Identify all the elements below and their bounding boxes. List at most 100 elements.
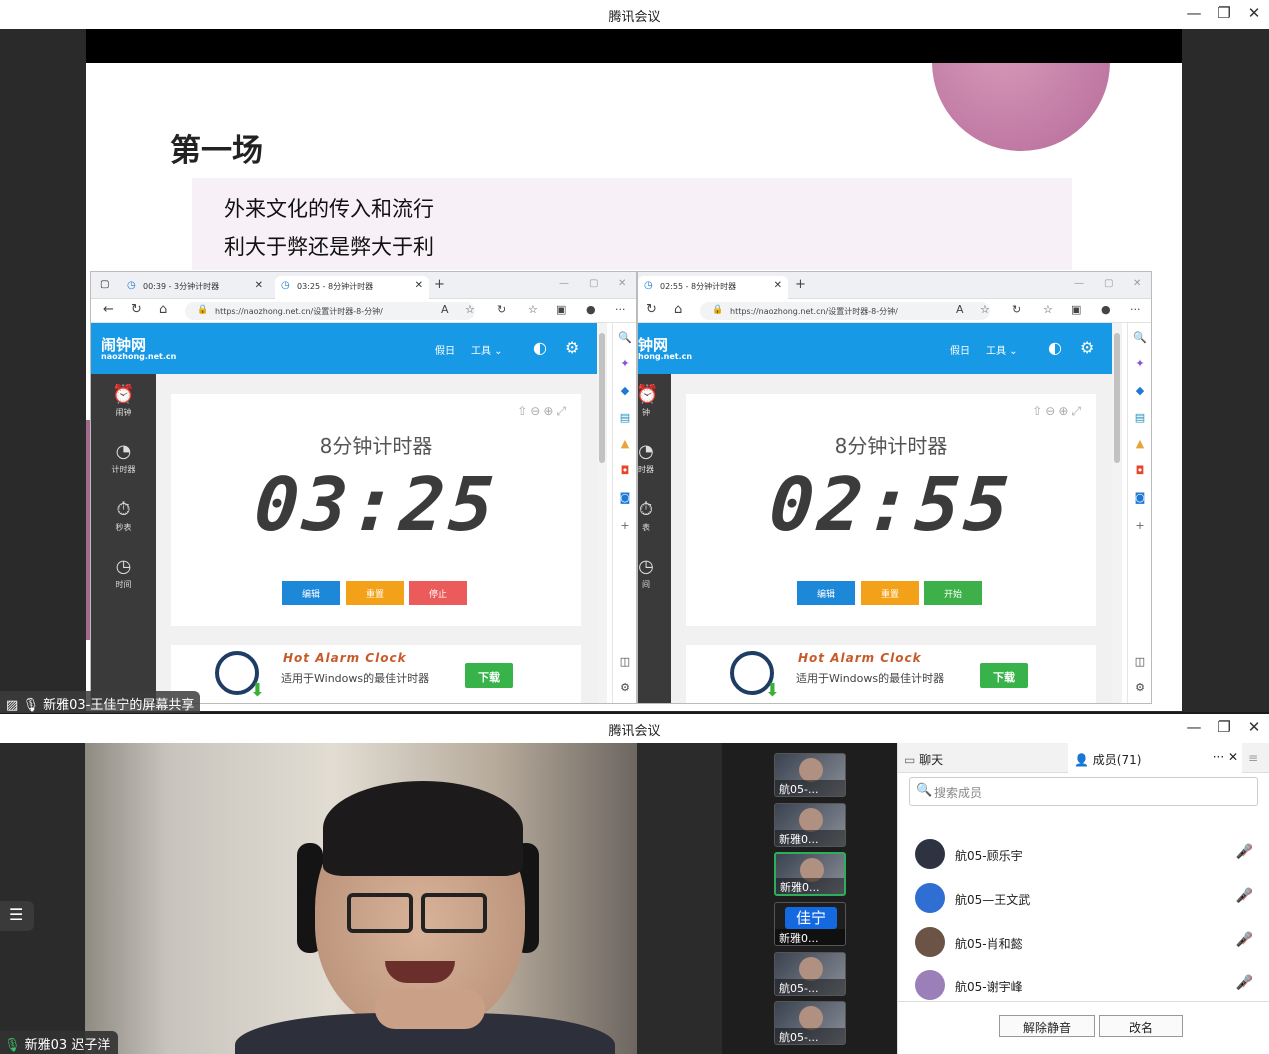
settings-gear-icon[interactable]: ⚙ xyxy=(565,338,579,357)
new-tab-icon[interactable]: + xyxy=(434,277,445,292)
side-nav-stopwatch[interactable]: ⏱ 秒表 xyxy=(91,499,156,533)
read-aloud-icon[interactable]: A xyxy=(441,303,449,316)
tab-close-icon[interactable]: ✕ xyxy=(774,280,782,291)
close-button[interactable]: ✕ xyxy=(1243,718,1265,736)
sidebar-settings-icon[interactable]: ⚙ xyxy=(1128,681,1151,694)
browser-minimize-icon[interactable]: — xyxy=(1074,278,1084,289)
participant-thumbnail[interactable]: 佳宁 新雅0... xyxy=(774,902,846,946)
edit-button[interactable]: 编辑 xyxy=(282,581,340,605)
browser-tab-active[interactable]: ◷ 03:25 - 8分钟计时器 ✕ xyxy=(275,276,429,299)
download-button[interactable]: 下载 xyxy=(465,663,513,688)
browser-tab[interactable]: ◷ 00:39 - 3分钟计时器 ✕ xyxy=(121,276,269,299)
more-icon[interactable]: ··· xyxy=(615,303,626,316)
url-field[interactable]: 🔒 https://naozhong.net.cn/设置计时器-8-分钟/ xyxy=(700,302,990,320)
scroll-thumb[interactable] xyxy=(1114,333,1120,463)
participant-thumbnail-active[interactable]: 新雅0... xyxy=(774,852,846,896)
side-nav-clock[interactable]: ◷ 时间 xyxy=(91,556,156,590)
panel-menu-icon[interactable]: ≡ xyxy=(1248,743,1269,773)
back-icon[interactable]: ← xyxy=(103,302,114,317)
unmute-button[interactable]: 解除静音 xyxy=(999,1015,1095,1037)
profile-icon[interactable]: ● xyxy=(1101,303,1111,316)
refresh-icon[interactable]: ↻ xyxy=(646,302,657,317)
tools-icon[interactable]: ▤ xyxy=(1128,411,1151,424)
list-toggle-icon[interactable]: ☰ xyxy=(0,901,34,931)
games-icon[interactable]: ▲ xyxy=(613,437,636,450)
participant-thumbnail[interactable]: 航05-... xyxy=(774,753,846,797)
minimize-button[interactable]: — xyxy=(1183,718,1205,736)
tab-chat[interactable]: ▭ 聊天 xyxy=(898,743,1068,773)
office-icon[interactable]: ◘ xyxy=(613,464,636,477)
participant-thumbnail[interactable]: 新雅0... xyxy=(774,803,846,847)
nav-tools[interactable]: 工具 ⌄ xyxy=(986,342,1018,357)
mic-muted-icon[interactable]: 🎤̸ xyxy=(1236,975,1253,991)
read-aloud-icon[interactable]: A xyxy=(956,303,964,316)
tab-actions-icon[interactable]: ▢ xyxy=(100,279,109,290)
add-sidebar-icon[interactable]: + xyxy=(613,519,636,532)
search-icon[interactable]: 🔍 xyxy=(1128,331,1151,344)
theme-toggle-icon[interactable]: ◐ xyxy=(533,338,547,357)
member-row[interactable]: 航05-谢宇峰 🎤̸ xyxy=(898,966,1269,1000)
minimize-button[interactable]: — xyxy=(1183,4,1205,22)
side-nav-timer[interactable]: ◔ 时器 xyxy=(638,441,656,475)
mic-muted-icon[interactable]: 🎤̸ xyxy=(1236,932,1253,948)
nav-holiday[interactable]: 假日 xyxy=(435,342,455,357)
collections-icon[interactable]: ▣ xyxy=(556,303,566,316)
shopping-tag-icon[interactable]: ◆ xyxy=(1128,384,1151,397)
split-screen-icon[interactable]: ◫ xyxy=(613,655,636,668)
browser-close-icon[interactable]: ✕ xyxy=(618,278,626,289)
start-button[interactable]: 开始 xyxy=(924,581,982,605)
participant-thumbnail[interactable]: 航05-... xyxy=(774,952,846,996)
tools-icon[interactable]: ▤ xyxy=(613,411,636,424)
nav-holiday[interactable]: 假日 xyxy=(950,342,970,357)
side-nav-clock[interactable]: ◷ 间 xyxy=(638,556,656,590)
search-input[interactable]: 🔍 搜索成员 xyxy=(909,777,1258,806)
tab-close-icon[interactable]: ✕ xyxy=(255,280,263,291)
extension-icon[interactable]: ↻ xyxy=(497,303,506,316)
outlook-icon[interactable]: ◙ xyxy=(613,491,636,504)
shopping-tag-icon[interactable]: ◆ xyxy=(613,384,636,397)
card-tools-icon[interactable]: ⇧⊖⊕⤢ xyxy=(1032,404,1084,419)
games-icon[interactable]: ▲ xyxy=(1128,437,1151,450)
home-icon[interactable]: ⌂ xyxy=(159,302,167,317)
search-icon[interactable]: 🔍 xyxy=(613,331,636,344)
favorite-add-icon[interactable]: ☆ xyxy=(465,303,475,316)
favorite-add-icon[interactable]: ☆ xyxy=(980,303,990,316)
member-row[interactable]: 航05-顾乐宇 🎤̸ xyxy=(898,835,1269,875)
stop-button[interactable]: 停止 xyxy=(409,581,467,605)
side-nav-stopwatch[interactable]: ⏱ 表 xyxy=(638,499,656,533)
restore-button[interactable]: ❐ xyxy=(1213,718,1235,736)
browser-maximize-icon[interactable]: ▢ xyxy=(589,278,598,289)
restore-button[interactable]: ❐ xyxy=(1213,4,1235,22)
close-button[interactable]: ✕ xyxy=(1243,4,1265,22)
member-row[interactable]: 航05—王文武 🎤̸ xyxy=(898,879,1269,919)
browser-minimize-icon[interactable]: — xyxy=(559,278,569,289)
more-icon[interactable]: ··· xyxy=(1130,303,1141,316)
favorites-icon[interactable]: ☆ xyxy=(528,303,538,316)
office-icon[interactable]: ◘ xyxy=(1128,464,1151,477)
ad-banner[interactable]: ⬇ Hot Alarm Clock 适用于Windows的最佳计时器 下载 xyxy=(686,645,1096,703)
browser-close-icon[interactable]: ✕ xyxy=(1133,278,1141,289)
rename-button[interactable]: 改名 xyxy=(1099,1015,1183,1037)
member-row[interactable]: 航05-肖和懿 🎤̸ xyxy=(898,923,1269,963)
outlook-icon[interactable]: ◙ xyxy=(1128,491,1151,504)
scrollbar[interactable] xyxy=(597,323,607,703)
profile-icon[interactable]: ● xyxy=(586,303,596,316)
browser-maximize-icon[interactable]: ▢ xyxy=(1104,278,1113,289)
copilot-icon[interactable]: ✦ xyxy=(613,357,636,370)
edit-button[interactable]: 编辑 xyxy=(797,581,855,605)
side-nav-alarm[interactable]: ⏰ 闹钟 xyxy=(91,384,156,418)
download-button[interactable]: 下载 xyxy=(980,663,1028,688)
tab-close-icon[interactable]: ✕ xyxy=(415,280,423,291)
reset-button[interactable]: 重置 xyxy=(346,581,404,605)
theme-toggle-icon[interactable]: ◐ xyxy=(1048,338,1062,357)
add-sidebar-icon[interactable]: + xyxy=(1128,519,1151,532)
side-nav-timer[interactable]: ◔ 计时器 xyxy=(91,441,156,475)
browser-tab-active[interactable]: ◷ 02:55 - 8分钟计时器 ✕ xyxy=(638,276,788,299)
reset-button[interactable]: 重置 xyxy=(861,581,919,605)
nav-tools[interactable]: 工具 ⌄ xyxy=(471,342,503,357)
url-field[interactable]: 🔒 https://naozhong.net.cn/设置计时器-8-分钟/ xyxy=(185,302,475,320)
favorites-icon[interactable]: ☆ xyxy=(1043,303,1053,316)
card-tools-icon[interactable]: ⇧⊖⊕⤢ xyxy=(517,404,569,419)
home-icon[interactable]: ⌂ xyxy=(674,302,682,317)
settings-gear-icon[interactable]: ⚙ xyxy=(1080,338,1094,357)
